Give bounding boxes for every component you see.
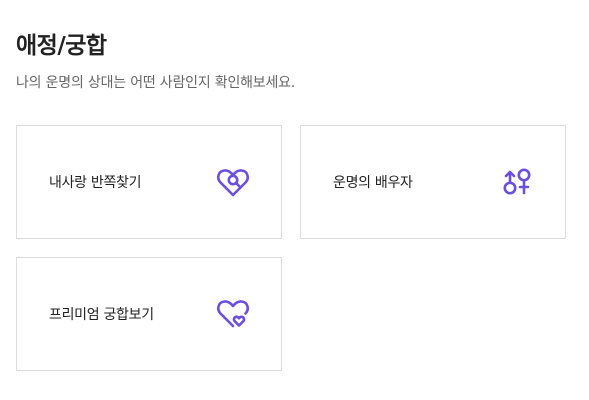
card-label: 운명의 배우자 [333,175,413,191]
card-destined-spouse[interactable]: 운명의 배우자 [300,125,566,239]
card-label: 내사랑 반쪽찾기 [49,175,142,191]
card-premium-compatibility[interactable]: 프리미엄 궁합보기 [16,257,282,371]
double-heart-icon [215,296,251,332]
card-label: 프리미엄 궁합보기 [49,307,154,323]
section-subtitle: 나의 운명의 상대는 어떤 사람인지 확인해보세요. [16,75,296,91]
section-title: 애정/궁합 [16,33,107,59]
gender-symbols-icon [499,164,535,200]
heart-search-icon [215,164,251,200]
card-find-my-other-half[interactable]: 내사랑 반쪽찾기 [16,125,282,239]
